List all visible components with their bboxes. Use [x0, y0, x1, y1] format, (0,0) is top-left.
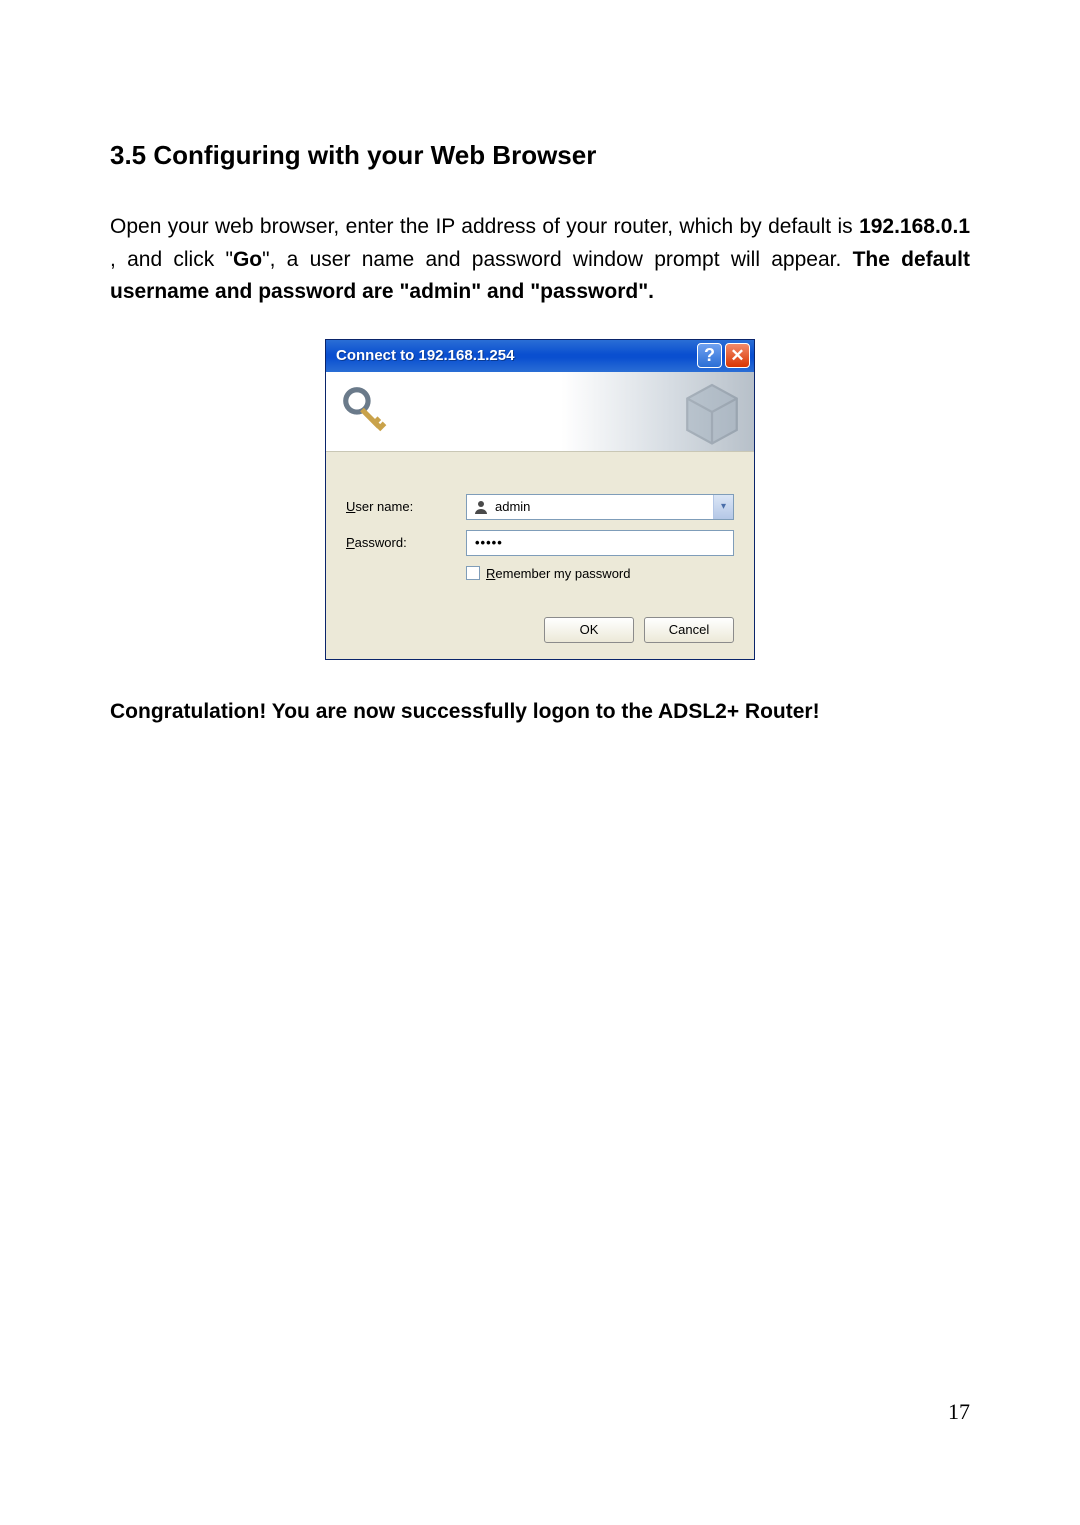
help-button[interactable]: ? — [697, 343, 722, 368]
go-word: Go — [233, 248, 262, 271]
remember-label: Remember my password — [486, 566, 631, 581]
dialog-form: User name: admin ▾ Password: ••••• Remem… — [326, 452, 754, 659]
username-input[interactable]: admin ▾ — [466, 494, 734, 520]
password-value: ••••• — [475, 535, 503, 550]
dialog-banner — [326, 372, 754, 452]
dialog-buttons: OK Cancel — [346, 617, 734, 643]
label-text: assword: — [355, 535, 407, 550]
auth-dialog: Connect to 192.168.1.254 ? ✕ — [325, 339, 755, 660]
user-icon — [473, 499, 489, 515]
username-dropdown-button[interactable]: ▾ — [713, 495, 733, 519]
close-icon: ✕ — [730, 346, 744, 366]
username-value: admin — [495, 499, 713, 514]
username-label: User name: — [346, 499, 466, 514]
chevron-down-icon: ▾ — [721, 501, 726, 512]
text-segment: , and click " — [110, 248, 233, 271]
text-segment: ", a user name and password window promp… — [262, 248, 852, 271]
mnemonic: R — [486, 566, 495, 581]
password-input[interactable]: ••••• — [466, 530, 734, 556]
page-number: 17 — [948, 1399, 970, 1425]
intro-paragraph: Open your web browser, enter the IP addr… — [110, 211, 970, 309]
keys-icon — [338, 382, 393, 437]
congrats-text: Congratulation! You are now successfully… — [110, 700, 970, 724]
remember-row: Remember my password — [466, 566, 734, 581]
section-heading: 3.5 Configuring with your Web Browser — [110, 140, 970, 171]
close-button[interactable]: ✕ — [725, 343, 750, 368]
label-text: ser name: — [355, 499, 413, 514]
default-ip: 192.168.0.1 — [859, 215, 970, 238]
dialog-titlebar: Connect to 192.168.1.254 ? ✕ — [326, 340, 754, 372]
cancel-button[interactable]: Cancel — [644, 617, 734, 643]
dialog-container: Connect to 192.168.1.254 ? ✕ — [110, 339, 970, 660]
mnemonic: U — [346, 499, 355, 514]
remember-checkbox[interactable] — [466, 566, 480, 580]
text-segment: Open your web browser, enter the IP addr… — [110, 215, 859, 238]
ok-button[interactable]: OK — [544, 617, 634, 643]
password-row: Password: ••••• — [346, 530, 734, 556]
username-row: User name: admin ▾ — [346, 494, 734, 520]
mnemonic: P — [346, 535, 355, 550]
dialog-title: Connect to 192.168.1.254 — [336, 347, 694, 364]
label-text: emember my password — [495, 566, 630, 581]
help-icon: ? — [704, 345, 715, 366]
server-icon — [676, 376, 748, 448]
password-label: Password: — [346, 535, 466, 550]
